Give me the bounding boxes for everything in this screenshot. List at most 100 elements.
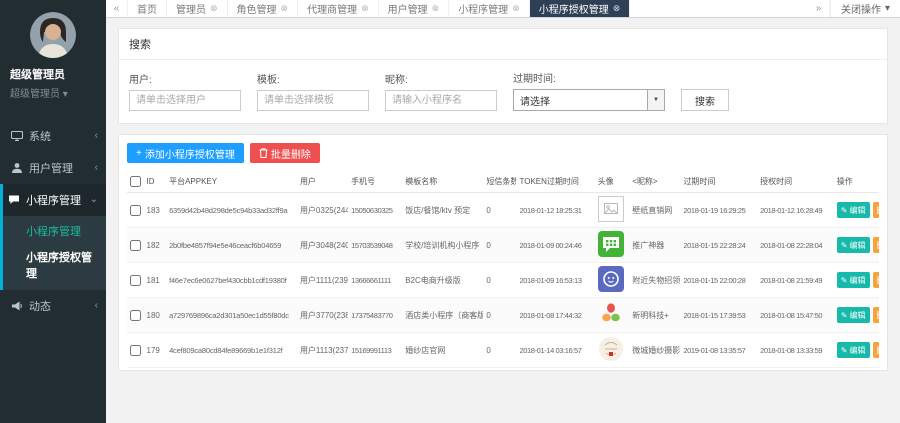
user-role-dropdown[interactable]: 超级管理员 ▾ [8, 82, 98, 110]
header-checkbox [127, 171, 144, 193]
close-icon[interactable]: ⊗ [613, 4, 621, 13]
cell-id: 181 [144, 263, 167, 298]
delete-button[interactable]: 删除 [873, 237, 880, 253]
edit-button[interactable]: ✎编辑 [837, 272, 870, 288]
tabbar: « 首页 管理员 ⊗ 角色管理 ⊗ 代理商管理 ⊗ 用户管理 ⊗ 小程序管理 [106, 0, 900, 18]
close-icon[interactable]: ⊗ [210, 4, 218, 13]
table-row: 182 2b0fbe4857f94e5e46ceacf6b04659 用户304… [127, 228, 879, 263]
tab-miniprogram-auth-management[interactable]: 小程序授权管理 ⊗ [530, 0, 631, 17]
row-checkbox[interactable] [130, 240, 141, 251]
pencil-icon: ✎ [841, 241, 848, 250]
close-icon[interactable]: ⊗ [512, 4, 520, 13]
close-icon[interactable]: ⊗ [361, 4, 369, 13]
tab-role-management[interactable]: 角色管理 ⊗ [228, 0, 299, 17]
header-auth-time: 授权时间 [757, 171, 834, 193]
cell-template: 学校/培训机构小程序 [402, 228, 483, 263]
toolbar: + 添加小程序授权管理 批量删除 [127, 143, 879, 163]
header-appkey: 平台APPKEY [166, 171, 297, 193]
sidebar-item-miniprogram-management[interactable]: 小程序管理 ⌄ [3, 184, 106, 216]
edit-button[interactable]: ✎编辑 [837, 202, 870, 218]
chat-face-icon [598, 266, 624, 292]
sidebar-item-activity[interactable]: 动态 ‹ [3, 290, 106, 322]
cell-phone: 15703539048 [348, 228, 402, 263]
desktop-icon [11, 130, 23, 142]
cell-avatar [595, 333, 630, 368]
batch-delete-button[interactable]: 批量删除 [250, 143, 320, 163]
row-checkbox[interactable] [130, 205, 141, 216]
content: 搜索 用户: 模板: 昵称: 过期时间: [106, 18, 900, 423]
user-picker-input[interactable] [129, 90, 241, 111]
header-token-expire: TOKEN过期时间 [516, 171, 594, 193]
tab-home[interactable]: 首页 [128, 0, 167, 17]
chevron-down-icon: ⌄ [90, 195, 98, 205]
tab-admin[interactable]: 管理员 ⊗ [167, 0, 228, 17]
field-template-label: 模板: [257, 71, 369, 86]
delete-button[interactable]: 删除 [873, 307, 880, 323]
nickname-input[interactable] [385, 90, 497, 111]
cell-appkey: 2b0fbe4857f94e5e46ceacf6b04659 [166, 228, 297, 263]
table-panel: + 添加小程序授权管理 批量删除 [118, 134, 888, 371]
field-template: 模板: [257, 71, 369, 111]
cell-avatar [595, 298, 630, 333]
cell-nickname: 壁纸直销网 [629, 193, 680, 228]
edit-button[interactable]: ✎编辑 [837, 307, 870, 323]
cell-sms-count: 0 [483, 228, 516, 263]
header-phone: 手机号 [348, 171, 402, 193]
sidebar-subitem-miniprogram-auth-management[interactable]: 小程序授权管理 [3, 244, 106, 286]
row-checkbox[interactable] [130, 310, 141, 321]
search-button[interactable]: 搜索 [681, 89, 729, 111]
cell-auth-time: 2018-01-08 22:28:04 [757, 228, 834, 263]
table-row: 181 f46e7ec6e0627bef430cbb1cdf19380f 用户1… [127, 263, 879, 298]
header-user: 用户 [297, 171, 348, 193]
add-auth-button[interactable]: + 添加小程序授权管理 [127, 143, 244, 163]
cell-user: 用户0325(244) [297, 193, 348, 228]
tabs-scroll-right-icon[interactable]: » [808, 0, 830, 17]
user-name: 超级管理员 [8, 58, 98, 82]
cell-sms-count: 0 [483, 263, 516, 298]
cell-auth-time: 2018-01-08 13:33:59 [757, 333, 834, 368]
cell-nickname: 新明科技+ [629, 298, 680, 333]
row-checkbox[interactable] [130, 345, 141, 356]
close-icon[interactable]: ⊗ [432, 4, 440, 13]
cell-token-expire: 2018-01-12 18:25:31 [516, 193, 594, 228]
template-picker-input[interactable] [257, 90, 369, 111]
close-icon[interactable]: ⊗ [281, 4, 289, 13]
tabs-scroll-left-icon[interactable]: « [106, 0, 128, 17]
megaphone-icon [11, 300, 23, 312]
cell-checkbox [127, 228, 144, 263]
sidebar-item-system[interactable]: 系统 ‹ [3, 120, 106, 152]
tab-agent-management[interactable]: 代理商管理 ⊗ [298, 0, 379, 17]
comment-icon [8, 194, 20, 206]
cell-appkey: f46e7ec6e0627bef430cbb1cdf19380f [166, 263, 297, 298]
chevron-left-icon: ‹ [95, 131, 98, 141]
cell-token-expire: 2018-01-14 03:16:57 [516, 333, 594, 368]
header-id: ID [144, 171, 167, 193]
edit-button[interactable]: ✎编辑 [837, 342, 870, 358]
app-window: 超级管理员 超级管理员 ▾ 系统 ‹ [0, 0, 900, 423]
cell-checkbox [127, 298, 144, 333]
cell-id: 180 [144, 298, 167, 333]
delete-button[interactable]: 删除 [873, 342, 880, 358]
expire-filter-select[interactable]: 请选择 ▼ [513, 89, 665, 111]
header-expire: 过期时间 [680, 171, 757, 193]
cell-sms-count: 0 [483, 298, 516, 333]
field-nickname: 昵称: [385, 71, 497, 111]
cell-template: 婚纱店官网 [402, 333, 483, 368]
tab-user-management[interactable]: 用户管理 ⊗ [379, 0, 450, 17]
select-all-checkbox[interactable] [130, 176, 141, 187]
edit-button[interactable]: ✎编辑 [837, 237, 870, 253]
cell-auth-time: 2018-01-08 21:59:49 [757, 263, 834, 298]
cell-id: 182 [144, 228, 167, 263]
cell-user: 用户1111(239) [297, 263, 348, 298]
tab-miniprogram-management[interactable]: 小程序管理 ⊗ [449, 0, 530, 17]
cell-expire: 2019-01-08 13:35:57 [680, 333, 757, 368]
row-checkbox[interactable] [130, 275, 141, 286]
sidebar-subitem-miniprogram-management[interactable]: 小程序管理 [3, 218, 106, 244]
close-operations-dropdown[interactable]: 关闭操作 ▾ [830, 0, 900, 17]
sidebar-item-user-management[interactable]: 用户管理 ‹ [3, 152, 106, 184]
table-header-row: ID 平台APPKEY 用户 手机号 模板名称 短信条数 TOKEN过期时间 头… [127, 171, 879, 193]
delete-button[interactable]: 删除 [873, 202, 880, 218]
submenu-miniprogram: 小程序管理 小程序授权管理 [3, 216, 106, 290]
cell-phone: 17375483770 [348, 298, 402, 333]
delete-button[interactable]: 删除 [873, 272, 880, 288]
